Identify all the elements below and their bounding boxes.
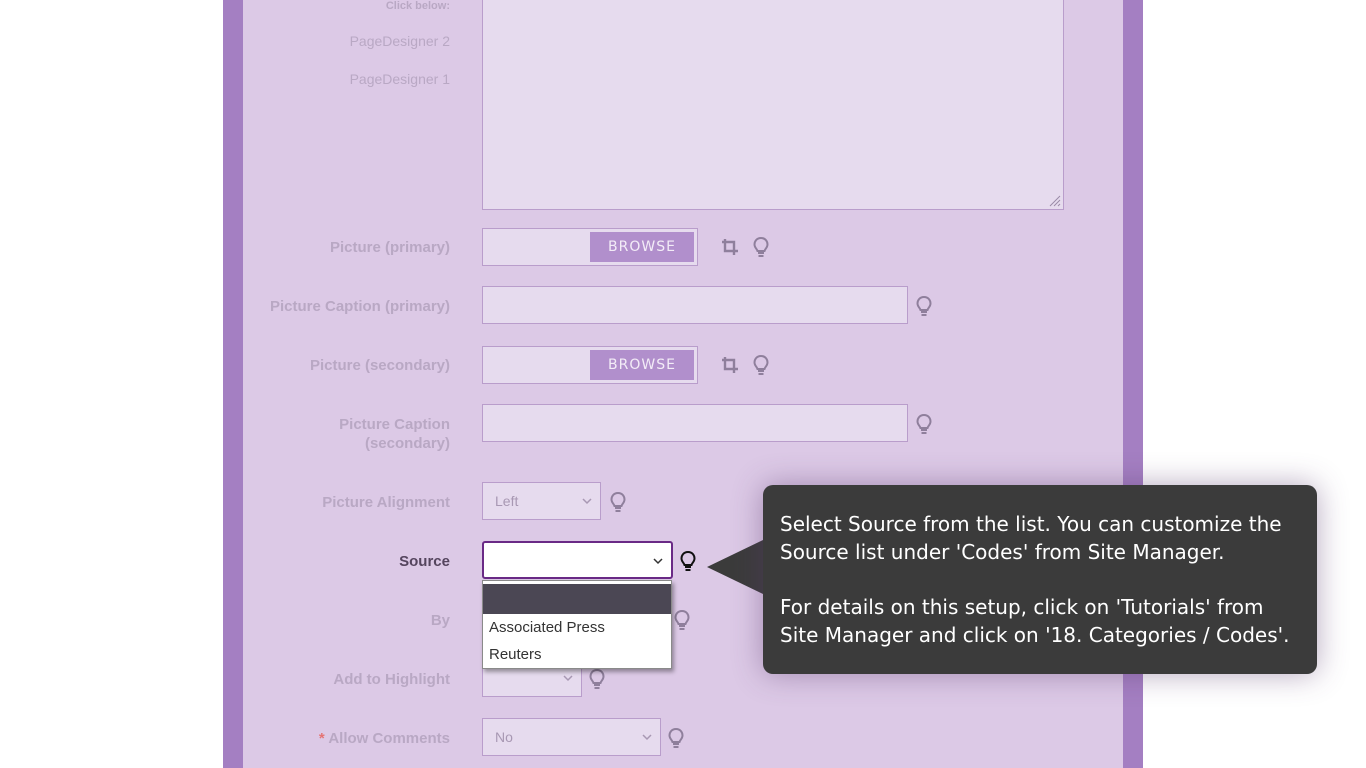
alignment-select-value: Left: [495, 493, 519, 509]
required-mark: *: [318, 730, 325, 747]
chevron-down-icon: [653, 558, 663, 565]
lightbulb-icon[interactable]: [609, 491, 627, 513]
lightbulb-icon[interactable]: [667, 727, 685, 749]
comments-select-value: No: [495, 729, 513, 745]
source-option-blank[interactable]: [483, 584, 671, 614]
chevron-down-icon: [582, 498, 592, 505]
source-option-reuters[interactable]: Reuters: [483, 641, 671, 668]
pagedesigner2-link[interactable]: PageDesigner 2: [350, 32, 450, 51]
tooltip-arrow: [707, 540, 763, 594]
alignment-label: Picture Alignment: [322, 494, 450, 511]
highlight-label: Add to Highlight: [333, 671, 450, 688]
picture-secondary-browse-button[interactable]: BROWSE: [590, 350, 694, 380]
comments-label-text: Allow Comments: [328, 730, 450, 747]
by-label: By: [430, 612, 450, 629]
picture-primary-label: Picture (primary): [329, 239, 450, 256]
lightbulb-icon[interactable]: [915, 413, 933, 435]
lightbulb-icon[interactable]: [588, 668, 606, 690]
crop-icon[interactable]: [721, 238, 739, 256]
caption-secondary-input[interactable]: [482, 404, 908, 442]
lightbulb-icon[interactable]: [679, 550, 697, 572]
picture-secondary-label: Picture (secondary): [309, 357, 450, 374]
tooltip-text-2: For details on this setup, click on 'Tut…: [780, 595, 1290, 647]
caption-primary-label: Picture Caption (primary): [269, 298, 450, 315]
source-option-associated-press[interactable]: Associated Press: [483, 614, 671, 641]
comments-label: * Allow Comments: [319, 729, 450, 748]
source-label: Source: [399, 553, 450, 570]
chevron-down-icon: [563, 675, 573, 682]
picture-primary-file[interactable]: BROWSE: [482, 228, 698, 266]
source-select[interactable]: [482, 541, 673, 579]
lightbulb-icon[interactable]: [752, 236, 770, 258]
click-below-label: Click below:: [385, 0, 450, 12]
picture-primary-browse-button[interactable]: BROWSE: [590, 232, 694, 262]
lightbulb-icon[interactable]: [752, 354, 770, 376]
alignment-select[interactable]: Left: [482, 482, 601, 520]
lightbulb-icon[interactable]: [915, 295, 933, 317]
picture-secondary-file[interactable]: BROWSE: [482, 346, 698, 384]
comments-select[interactable]: No: [482, 718, 661, 756]
tooltip-text-1: Select Source from the list. You can cus…: [780, 512, 1282, 564]
caption-secondary-label: Picture Caption (secondary): [339, 415, 450, 453]
caption-secondary-label-line1: Picture Caption: [339, 416, 450, 433]
pagedesigner1-link[interactable]: PageDesigner 1: [350, 70, 450, 89]
source-dropdown-list: Associated Press Reuters: [482, 580, 672, 669]
caption-secondary-label-line2: (secondary): [364, 435, 450, 452]
caption-primary-input[interactable]: [482, 286, 908, 324]
lightbulb-icon[interactable]: [673, 609, 691, 631]
crop-icon[interactable]: [721, 356, 739, 374]
chevron-down-icon: [642, 734, 652, 741]
body-textarea[interactable]: [482, 0, 1064, 210]
resize-handle-icon[interactable]: [1049, 195, 1061, 207]
help-tooltip: Select Source from the list. You can cus…: [763, 485, 1317, 674]
